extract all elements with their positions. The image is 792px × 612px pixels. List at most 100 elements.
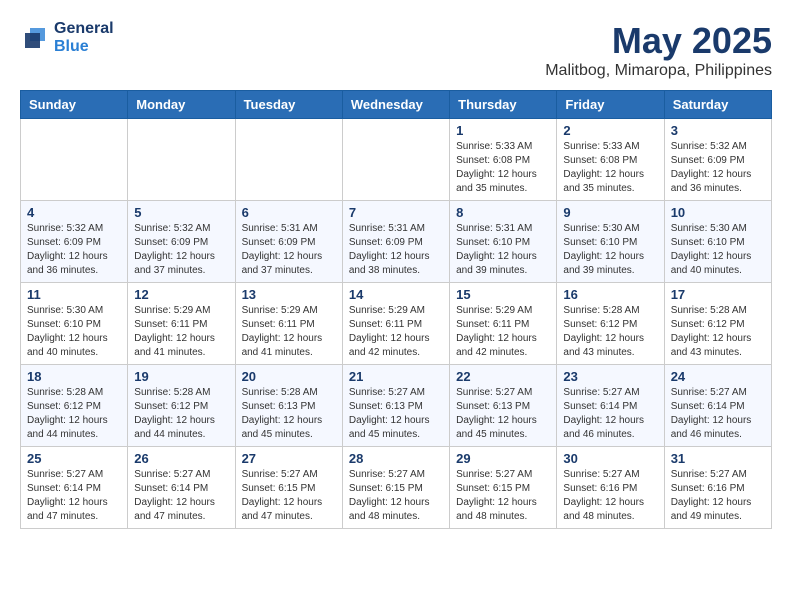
day-info: Sunrise: 5:27 AMSunset: 6:16 PMDaylight:… (563, 468, 657, 524)
calendar-cell: 29 Sunrise: 5:27 AMSunset: 6:15 PMDayligh… (450, 447, 557, 529)
calendar-week-2: 4 Sunrise: 5:32 AMSunset: 6:09 PMDaylight… (21, 201, 772, 283)
day-info: Sunrise: 5:32 AMSunset: 6:09 PMDaylight:… (134, 222, 228, 278)
weekday-header-row: SundayMondayTuesdayWednesdayThursdayFrid… (21, 91, 772, 119)
day-info: Sunrise: 5:33 AMSunset: 6:08 PMDaylight:… (456, 140, 550, 196)
day-info: Sunrise: 5:27 AMSunset: 6:13 PMDaylight:… (456, 386, 550, 442)
calendar-cell: 31 Sunrise: 5:27 AMSunset: 6:16 PMDayligh… (664, 447, 771, 529)
calendar-cell: 4 Sunrise: 5:32 AMSunset: 6:09 PMDaylight… (21, 201, 128, 283)
day-info: Sunrise: 5:27 AMSunset: 6:15 PMDaylight:… (349, 468, 443, 524)
calendar-week-4: 18 Sunrise: 5:28 AMSunset: 6:12 PMDayligh… (21, 365, 772, 447)
weekday-header-thursday: Thursday (450, 91, 557, 119)
day-info: Sunrise: 5:28 AMSunset: 6:12 PMDaylight:… (27, 386, 121, 442)
day-info: Sunrise: 5:29 AMSunset: 6:11 PMDaylight:… (456, 304, 550, 360)
day-number: 15 (456, 287, 550, 302)
day-info: Sunrise: 5:28 AMSunset: 6:12 PMDaylight:… (563, 304, 657, 360)
calendar-cell: 19Sunrise: 5:28 AMSunset: 6:12 PMDayligh… (128, 365, 235, 447)
day-number: 29 (456, 451, 550, 466)
calendar-cell: 15 Sunrise: 5:29 AMSunset: 6:11 PMDayligh… (450, 283, 557, 365)
logo-blue-text: Blue (54, 38, 114, 56)
calendar-cell: 16 Sunrise: 5:28 AMSunset: 6:12 PMDayligh… (557, 283, 664, 365)
day-info: Sunrise: 5:28 AMSunset: 6:13 PMDaylight:… (242, 386, 336, 442)
day-number: 2 (563, 123, 657, 138)
day-info: Sunrise: 5:30 AMSunset: 6:10 PMDaylight:… (563, 222, 657, 278)
calendar-cell: 10 Sunrise: 5:30 AMSunset: 6:10 PMDayligh… (664, 201, 771, 283)
weekday-header-tuesday: Tuesday (235, 91, 342, 119)
weekday-header-sunday: Sunday (21, 91, 128, 119)
day-number: 24 (671, 369, 765, 384)
day-number: 12 (134, 287, 228, 302)
day-number: 4 (27, 205, 121, 220)
calendar-cell: 23 Sunrise: 5:27 AMSunset: 6:14 PMDayligh… (557, 365, 664, 447)
month-title: May 2025 (545, 20, 772, 62)
calendar-cell: 6Sunrise: 5:31 AMSunset: 6:09 PMDaylight… (235, 201, 342, 283)
day-number: 20 (242, 369, 336, 384)
calendar-cell: 30 Sunrise: 5:27 AMSunset: 6:16 PMDayligh… (557, 447, 664, 529)
calendar-week-3: 11 Sunrise: 5:30 AMSunset: 6:10 PMDayligh… (21, 283, 772, 365)
calendar-cell: 13 Sunrise: 5:29 AMSunset: 6:11 PMDayligh… (235, 283, 342, 365)
day-info: Sunrise: 5:27 AMSunset: 6:16 PMDaylight:… (671, 468, 765, 524)
day-number: 11 (27, 287, 121, 302)
calendar-cell (128, 119, 235, 201)
day-number: 14 (349, 287, 443, 302)
calendar-cell: 22 Sunrise: 5:27 AMSunset: 6:13 PMDayligh… (450, 365, 557, 447)
calendar-cell: 25 Sunrise: 5:27 AMSunset: 6:14 PMDayligh… (21, 447, 128, 529)
calendar-week-5: 25 Sunrise: 5:27 AMSunset: 6:14 PMDayligh… (21, 447, 772, 529)
calendar-table: SundayMondayTuesdayWednesdayThursdayFrid… (20, 90, 772, 529)
page-header: General Blue May 2025 Malitbog, Mimaropa… (20, 20, 772, 80)
calendar-cell (21, 119, 128, 201)
location-title: Malitbog, Mimaropa, Philippines (545, 62, 772, 80)
calendar-cell: 26Sunrise: 5:27 AMSunset: 6:14 PMDayligh… (128, 447, 235, 529)
day-number: 6 (242, 205, 336, 220)
weekday-header-wednesday: Wednesday (342, 91, 449, 119)
day-number: 3 (671, 123, 765, 138)
day-number: 31 (671, 451, 765, 466)
calendar-cell (235, 119, 342, 201)
day-number: 28 (349, 451, 443, 466)
day-number: 10 (671, 205, 765, 220)
calendar-cell: 12Sunrise: 5:29 AMSunset: 6:11 PMDayligh… (128, 283, 235, 365)
day-info: Sunrise: 5:27 AMSunset: 6:14 PMDaylight:… (671, 386, 765, 442)
day-number: 21 (349, 369, 443, 384)
day-number: 5 (134, 205, 228, 220)
calendar-cell: 8Sunrise: 5:31 AMSunset: 6:10 PMDaylight… (450, 201, 557, 283)
day-info: Sunrise: 5:32 AMSunset: 6:09 PMDaylight:… (671, 140, 765, 196)
logo-general-text: General (54, 20, 114, 38)
calendar-cell: 3 Sunrise: 5:32 AMSunset: 6:09 PMDaylight… (664, 119, 771, 201)
day-info: Sunrise: 5:27 AMSunset: 6:13 PMDaylight:… (349, 386, 443, 442)
day-number: 27 (242, 451, 336, 466)
day-number: 18 (27, 369, 121, 384)
day-number: 22 (456, 369, 550, 384)
title-section: May 2025 Malitbog, Mimaropa, Philippines (545, 20, 772, 80)
logo-text: General Blue (54, 20, 114, 55)
day-number: 25 (27, 451, 121, 466)
day-number: 16 (563, 287, 657, 302)
calendar-cell: 18 Sunrise: 5:28 AMSunset: 6:12 PMDayligh… (21, 365, 128, 447)
day-number: 13 (242, 287, 336, 302)
day-info: Sunrise: 5:30 AMSunset: 6:10 PMDaylight:… (27, 304, 121, 360)
day-info: Sunrise: 5:32 AMSunset: 6:09 PMDaylight:… (27, 222, 121, 278)
calendar-cell: 17Sunrise: 5:28 AMSunset: 6:12 PMDayligh… (664, 283, 771, 365)
calendar-cell: 24 Sunrise: 5:27 AMSunset: 6:14 PMDayligh… (664, 365, 771, 447)
day-info: Sunrise: 5:27 AMSunset: 6:14 PMDaylight:… (27, 468, 121, 524)
day-info: Sunrise: 5:30 AMSunset: 6:10 PMDaylight:… (671, 222, 765, 278)
day-info: Sunrise: 5:28 AMSunset: 6:12 PMDaylight:… (134, 386, 228, 442)
calendar-cell: 20 Sunrise: 5:28 AMSunset: 6:13 PMDayligh… (235, 365, 342, 447)
calendar-cell: 11 Sunrise: 5:30 AMSunset: 6:10 PMDayligh… (21, 283, 128, 365)
day-info: Sunrise: 5:27 AMSunset: 6:15 PMDaylight:… (456, 468, 550, 524)
calendar-cell: 9Sunrise: 5:30 AMSunset: 6:10 PMDaylight… (557, 201, 664, 283)
day-info: Sunrise: 5:27 AMSunset: 6:15 PMDaylight:… (242, 468, 336, 524)
calendar-cell: 14Sunrise: 5:29 AMSunset: 6:11 PMDayligh… (342, 283, 449, 365)
day-info: Sunrise: 5:27 AMSunset: 6:14 PMDaylight:… (563, 386, 657, 442)
day-number: 17 (671, 287, 765, 302)
logo: General Blue (20, 20, 114, 55)
day-info: Sunrise: 5:33 AMSunset: 6:08 PMDaylight:… (563, 140, 657, 196)
day-info: Sunrise: 5:29 AMSunset: 6:11 PMDaylight:… (242, 304, 336, 360)
day-info: Sunrise: 5:31 AMSunset: 6:09 PMDaylight:… (349, 222, 443, 278)
day-number: 30 (563, 451, 657, 466)
day-info: Sunrise: 5:31 AMSunset: 6:10 PMDaylight:… (456, 222, 550, 278)
weekday-header-friday: Friday (557, 91, 664, 119)
day-number: 23 (563, 369, 657, 384)
calendar-cell: 1Sunrise: 5:33 AMSunset: 6:08 PMDaylight… (450, 119, 557, 201)
calendar-week-1: 1Sunrise: 5:33 AMSunset: 6:08 PMDaylight… (21, 119, 772, 201)
weekday-header-monday: Monday (128, 91, 235, 119)
